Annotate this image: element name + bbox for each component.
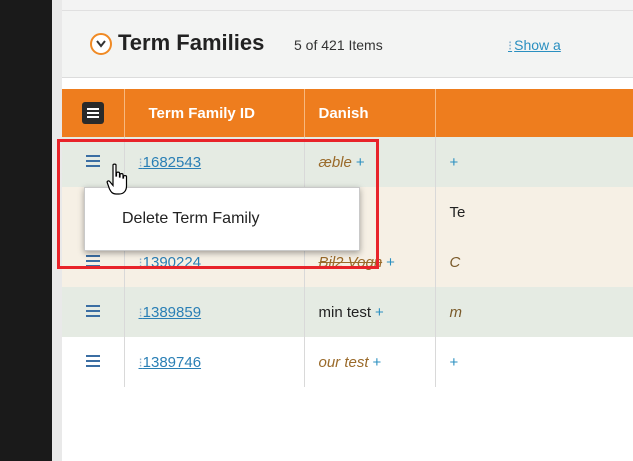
add-term-button[interactable]: + <box>373 354 382 371</box>
term-family-id-cell: ⁝1682543 <box>124 137 305 187</box>
left-divider-strip <box>52 0 62 461</box>
danish-term[interactable]: Bil2 Vogn <box>319 254 383 271</box>
table-row: ⁝1389746 our test + + <box>62 337 633 387</box>
next-column-cell: Te <box>435 187 633 237</box>
next-column-value[interactable]: m <box>450 304 463 321</box>
danish-cell: our test + <box>304 337 436 387</box>
danish-term[interactable]: min test <box>319 304 372 321</box>
danish-term[interactable]: æble <box>319 154 352 171</box>
add-term-button[interactable]: + <box>375 304 384 321</box>
next-column-value[interactable]: + <box>450 354 459 371</box>
item-count: 5 of 421 Items <box>294 37 383 53</box>
id-value: 1682543 <box>142 153 202 171</box>
hand-cursor-icon <box>106 163 128 195</box>
next-column-cell: + <box>435 337 633 387</box>
show-all-link[interactable]: ⁝ Show a <box>508 37 561 54</box>
term-family-id-link[interactable]: ⁝1390224 <box>139 254 202 271</box>
next-column-value[interactable]: + <box>450 154 459 171</box>
link-icon: ⁝ <box>508 38 513 53</box>
table-row: ⁝1682543 æble + + <box>62 137 633 187</box>
column-menu-button[interactable] <box>62 89 125 137</box>
table-header-row: Term Family ID Danish <box>62 89 633 137</box>
id-value: 1389746 <box>142 353 202 371</box>
term-family-id-link[interactable]: ⁝1389859 <box>139 304 202 321</box>
collapse-toggle-icon[interactable] <box>90 33 112 55</box>
term-family-id-cell: ⁝1389859 <box>124 287 305 337</box>
danish-cell: min test + <box>304 287 436 337</box>
danish-term[interactable]: our test <box>319 354 369 371</box>
term-family-id-link[interactable]: ⁝1389746 <box>139 354 202 371</box>
id-value: 1389859 <box>142 303 202 321</box>
next-column-cell: + <box>435 137 633 187</box>
row-menu-icon <box>85 155 100 170</box>
column-header-term-family-id[interactable]: Term Family ID <box>124 89 305 137</box>
term-family-id-cell: ⁝1389746 <box>124 337 305 387</box>
danish-cell: æble + <box>304 137 436 187</box>
row-menu-icon <box>85 355 100 370</box>
left-dark-sidebar <box>0 0 52 461</box>
top-divider <box>62 0 633 11</box>
id-value: 1390224 <box>142 253 202 271</box>
add-term-button[interactable]: + <box>386 254 395 271</box>
add-term-button[interactable]: + <box>356 154 365 171</box>
delete-term-family-menu-item[interactable]: Delete Term Family <box>122 210 260 228</box>
menu-icon <box>81 102 104 124</box>
row-menu-icon <box>85 255 100 270</box>
row-menu-button[interactable] <box>62 337 125 387</box>
next-column-value[interactable]: C <box>450 254 461 271</box>
row-menu-button[interactable] <box>62 287 125 337</box>
term-family-id-link[interactable]: ⁝1682543 <box>139 154 202 171</box>
show-all-label: Show a <box>514 37 561 53</box>
column-header-next[interactable] <box>435 89 633 137</box>
row-menu-icon <box>85 305 100 320</box>
next-column-value[interactable]: Te <box>450 204 466 221</box>
table-row: ⁝1389859 min test + m <box>62 287 633 337</box>
column-header-danish[interactable]: Danish <box>304 89 436 137</box>
next-column-cell: C <box>435 237 633 287</box>
next-column-cell: m <box>435 287 633 337</box>
page-title: Term Families <box>118 30 265 55</box>
